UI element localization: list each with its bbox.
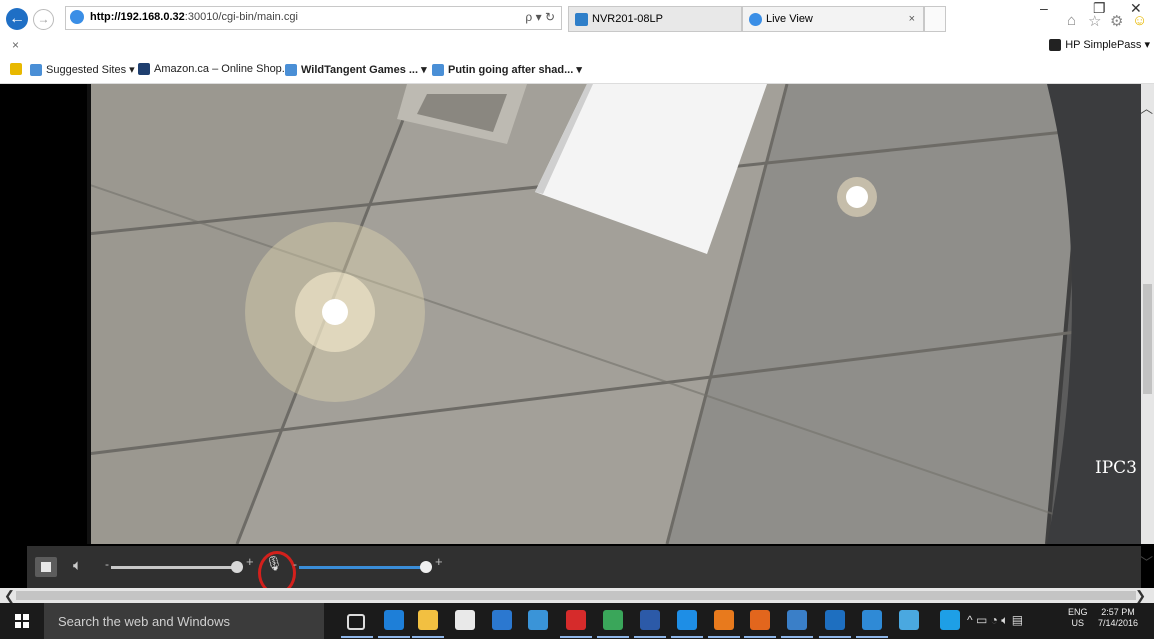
word-icon[interactable] <box>640 610 660 630</box>
task-view-icon[interactable] <box>347 614 365 630</box>
app5-icon[interactable] <box>528 610 548 630</box>
microphone-slider[interactable] <box>299 566 421 569</box>
smiley-icon[interactable]: ☺ <box>1132 12 1147 29</box>
hand-icon <box>1049 39 1062 52</box>
scroll-up-icon[interactable]: ︿ <box>1140 98 1153 117</box>
mic-plus: + <box>435 554 443 569</box>
tab-live-view[interactable]: Live View × <box>742 6 924 32</box>
search-refresh-icon[interactable]: ρ ▾ ↻ <box>525 10 555 24</box>
horizontal-scrollbar[interactable]: ❮ ❯ <box>0 588 1154 603</box>
running-indicator <box>412 636 444 638</box>
internet-explorer-icon[interactable] <box>677 610 697 630</box>
fav-suggested-sites[interactable]: Suggested Sites ▾ <box>30 63 135 77</box>
ie-tab-icon <box>749 12 762 26</box>
home-icon[interactable]: ⌂ <box>1067 12 1076 29</box>
ceiling-scene <box>87 84 1141 544</box>
close-bar-icon[interactable]: × <box>12 38 19 52</box>
running-indicator <box>781 636 813 638</box>
favorites-bar: Suggested Sites ▾ Amazon.ca – Online Sho… <box>0 58 1154 84</box>
running-indicator <box>378 636 410 638</box>
running-indicator <box>744 636 776 638</box>
app12-icon[interactable] <box>825 610 845 630</box>
vertical-scrollbar[interactable]: ︿ ﹀ <box>1140 84 1154 570</box>
windows-start-icon[interactable] <box>15 614 29 628</box>
volume-minus: - <box>105 557 109 571</box>
running-indicator <box>597 636 629 638</box>
speaker-mute-icon[interactable]: 🔈︎ <box>73 557 82 574</box>
camera-video-feed[interactable]: IPC3 <box>87 84 1141 544</box>
ie-fav-icon <box>30 64 42 77</box>
running-indicator <box>634 636 666 638</box>
address-bar[interactable]: http://192.168.0.32:30010/cgi-bin/main.c… <box>65 6 562 30</box>
acrobat-icon[interactable] <box>566 610 586 630</box>
volume-slider-knob[interactable] <box>231 561 243 573</box>
tab-close-icon[interactable]: × <box>909 7 915 31</box>
volume-slider[interactable] <box>111 566 237 569</box>
ie-fav-icon <box>432 64 444 77</box>
running-indicator <box>708 636 740 638</box>
fav-wildtangent[interactable]: WildTangent Games ... ▾ <box>285 63 427 77</box>
microphone-icon[interactable]: 🎙︎ <box>264 555 284 577</box>
new-tab-button[interactable] <box>924 6 946 32</box>
app7-icon[interactable] <box>603 610 623 630</box>
gear-icon[interactable]: ⚙ <box>1110 12 1123 30</box>
running-indicator <box>671 636 703 638</box>
app15-icon[interactable] <box>940 610 960 630</box>
ie-fav-icon <box>285 64 297 77</box>
fav-add-icon[interactable] <box>10 63 22 76</box>
store-icon[interactable] <box>455 610 475 630</box>
fav-amazon[interactable]: Amazon.ca – Online Shop... <box>138 63 291 76</box>
volume-plus: + <box>246 554 254 569</box>
hp-simplepass-button[interactable]: HP SimplePass ▾ <box>1049 38 1150 52</box>
running-indicator <box>819 636 851 638</box>
mic-minus: - <box>293 557 297 571</box>
stop-button[interactable] <box>35 557 57 577</box>
playback-controls: 🔈︎ - + 🎙︎ - + <box>27 546 1141 589</box>
forward-button[interactable]: → <box>33 9 54 30</box>
file-explorer-icon[interactable] <box>418 610 438 630</box>
firefox-icon[interactable] <box>750 610 770 630</box>
windows-taskbar: Search the web and Windows ^ ▭ ◔ 🔈︎ ▤ EN… <box>0 603 1154 639</box>
back-button[interactable]: ← <box>6 8 28 30</box>
ie-page-icon <box>70 10 84 24</box>
browser-toolbar: ← → http://192.168.0.32:30010/cgi-bin/ma… <box>0 0 1154 36</box>
taskbar-clock[interactable]: 2:57 PM 7/14/2016 <box>1098 607 1138 629</box>
minimize-icon[interactable]: – <box>1040 0 1048 16</box>
search-placeholder: Search the web and Windows <box>58 614 230 629</box>
favorites-star-icon[interactable]: ☆ <box>1088 12 1101 30</box>
running-indicator <box>856 636 888 638</box>
media-icon[interactable] <box>492 610 512 630</box>
language-indicator[interactable]: ENG US <box>1068 607 1088 629</box>
fav-putin-article[interactable]: Putin going after shad... ▾ <box>432 63 582 77</box>
app11-icon[interactable] <box>787 610 807 630</box>
microphone-slider-knob[interactable] <box>420 561 432 573</box>
app14-icon[interactable] <box>899 610 919 630</box>
running-indicator <box>341 636 373 638</box>
scroll-left-icon[interactable]: ❮ <box>4 588 15 604</box>
tab-nvr[interactable]: NVR201-08LP <box>568 6 742 32</box>
amazon-icon <box>138 63 150 76</box>
app13-icon[interactable] <box>862 610 882 630</box>
outlook-icon[interactable] <box>714 610 734 630</box>
running-indicator <box>560 636 592 638</box>
taskbar-search-box[interactable]: Search the web and Windows <box>44 603 324 639</box>
edge-icon[interactable] <box>384 610 404 630</box>
scroll-right-icon[interactable]: ❯ <box>1135 588 1146 604</box>
live-view-page: IPC3 ︿ ﹀ 🔈︎ - + 🎙︎ - + <box>0 84 1154 589</box>
horizontal-scroll-thumb[interactable] <box>16 591 1136 600</box>
notification-row: × HP SimplePass ▾ <box>0 36 1154 58</box>
nvr-tab-icon <box>575 12 588 26</box>
url-text: http://192.168.0.32:30010/cgi-bin/main.c… <box>90 11 298 23</box>
scroll-down-icon[interactable]: ﹀ <box>1140 552 1153 571</box>
vertical-scroll-thumb[interactable] <box>1143 284 1152 394</box>
camera-label: IPC3 <box>1095 458 1137 478</box>
system-tray-icons[interactable]: ^ ▭ ◔ 🔈︎ ▤ <box>967 613 1023 628</box>
